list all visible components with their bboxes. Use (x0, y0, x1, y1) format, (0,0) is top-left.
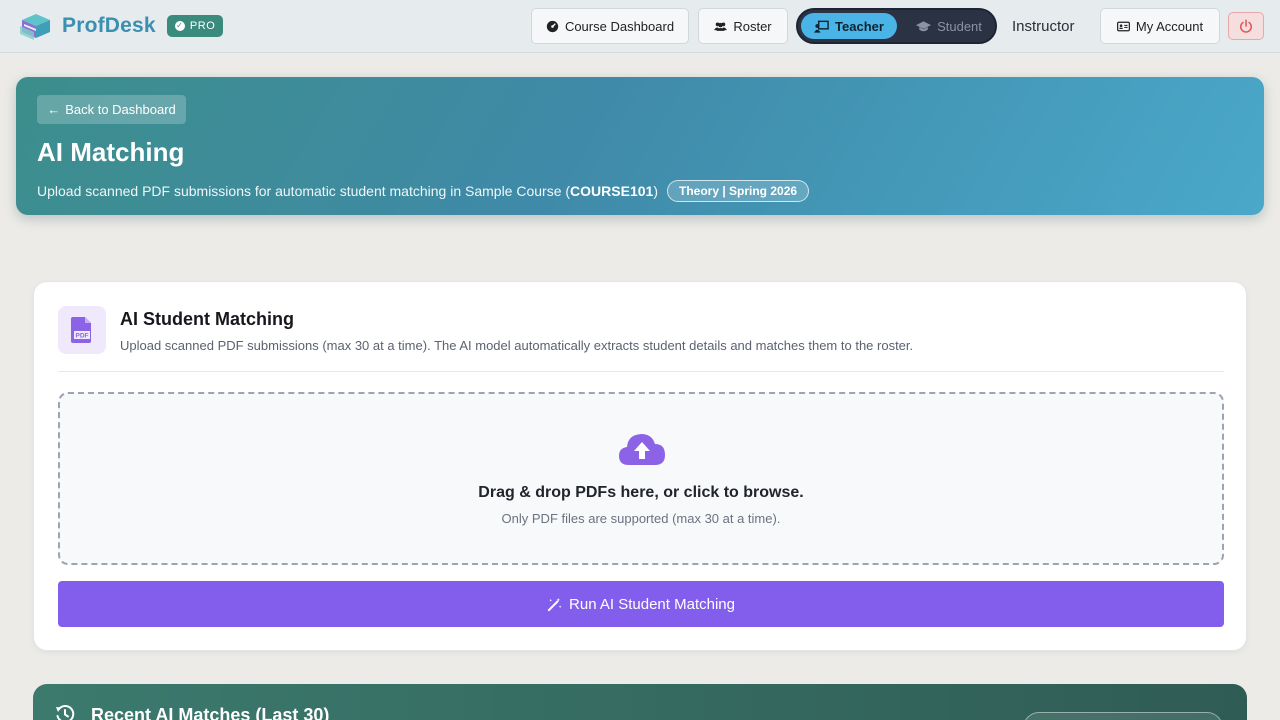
run-ai-matching-button[interactable]: Run AI Student Matching (58, 581, 1224, 627)
pro-badge-label: PRO (189, 20, 216, 32)
page-header: ← Back to Dashboard AI Matching Upload s… (16, 77, 1264, 215)
cloud-upload-icon (619, 434, 665, 465)
brand[interactable]: ProfDesk ✓ PRO (18, 10, 224, 42)
magic-wand-icon (547, 597, 562, 611)
file-pdf-icon: PDF (71, 317, 91, 343)
back-label: Back to Dashboard (65, 102, 176, 117)
id-card-icon (1116, 21, 1130, 31)
chalkboard-teacher-icon (814, 20, 829, 33)
pdf-dropzone[interactable]: Drag & drop PDFs here, or click to brows… (58, 392, 1224, 565)
subtitle-prefix: Upload scanned PDF submissions for autom… (37, 183, 571, 199)
roster-label: Roster (733, 18, 772, 34)
logout-button[interactable] (1228, 12, 1264, 40)
user-role-label: Instructor (1012, 18, 1075, 35)
role-toggle: Teacher Student (796, 8, 997, 44)
page-title: AI Matching (37, 137, 185, 167)
course-dashboard-label: Course Dashboard (564, 18, 675, 34)
users-icon (714, 21, 728, 31)
role-teacher-option[interactable]: Teacher (801, 13, 897, 39)
books-logo-icon (20, 14, 50, 40)
recent-matches-panel: Recent AI Matches (Last 30) (33, 684, 1247, 720)
recent-matches-title: Recent AI Matches (Last 30) (91, 705, 330, 720)
recent-matches-action[interactable] (1023, 712, 1223, 720)
ai-matching-card: PDF AI Student Matching Upload scanned P… (33, 281, 1247, 651)
card-divider (58, 371, 1224, 372)
gauge-icon (546, 20, 559, 32)
page-subtitle: Upload scanned PDF submissions for autom… (37, 180, 810, 202)
course-code: COURSE101 (570, 183, 654, 199)
my-account-button[interactable]: My Account (1100, 8, 1220, 44)
back-to-dashboard-button[interactable]: ← Back to Dashboard (37, 95, 186, 124)
role-student-label: Student (937, 18, 982, 34)
check-circle-icon: ✓ (174, 21, 185, 31)
power-icon (1240, 19, 1252, 33)
brand-name: ProfDesk (62, 14, 156, 37)
history-icon (56, 705, 75, 720)
roster-button[interactable]: Roster (698, 8, 788, 44)
role-teacher-label: Teacher (835, 18, 884, 34)
subtitle-suffix: ) (653, 183, 658, 199)
role-student-option[interactable]: Student (906, 13, 992, 39)
card-description: Upload scanned PDF submissions (max 30 a… (120, 338, 914, 353)
card-icon-box: PDF (58, 306, 106, 354)
graduation-cap-icon (916, 20, 932, 31)
my-account-label: My Account (1135, 18, 1204, 34)
arrow-left-icon: ← (47, 102, 61, 117)
term-badge: Theory | Spring 2026 (666, 180, 810, 202)
course-dashboard-button[interactable]: Course Dashboard (531, 8, 689, 44)
card-title: AI Student Matching (120, 309, 294, 329)
dropzone-title: Drag & drop PDFs here, or click to brows… (478, 484, 804, 501)
pro-badge: ✓ PRO (166, 15, 224, 37)
dropzone-note: Only PDF files are supported (max 30 at … (501, 511, 781, 526)
svg-text:PDF: PDF (76, 333, 89, 340)
top-navbar: ProfDesk ✓ PRO Course Dashboard Roster T… (0, 0, 1280, 53)
run-button-label: Run AI Student Matching (569, 595, 735, 613)
